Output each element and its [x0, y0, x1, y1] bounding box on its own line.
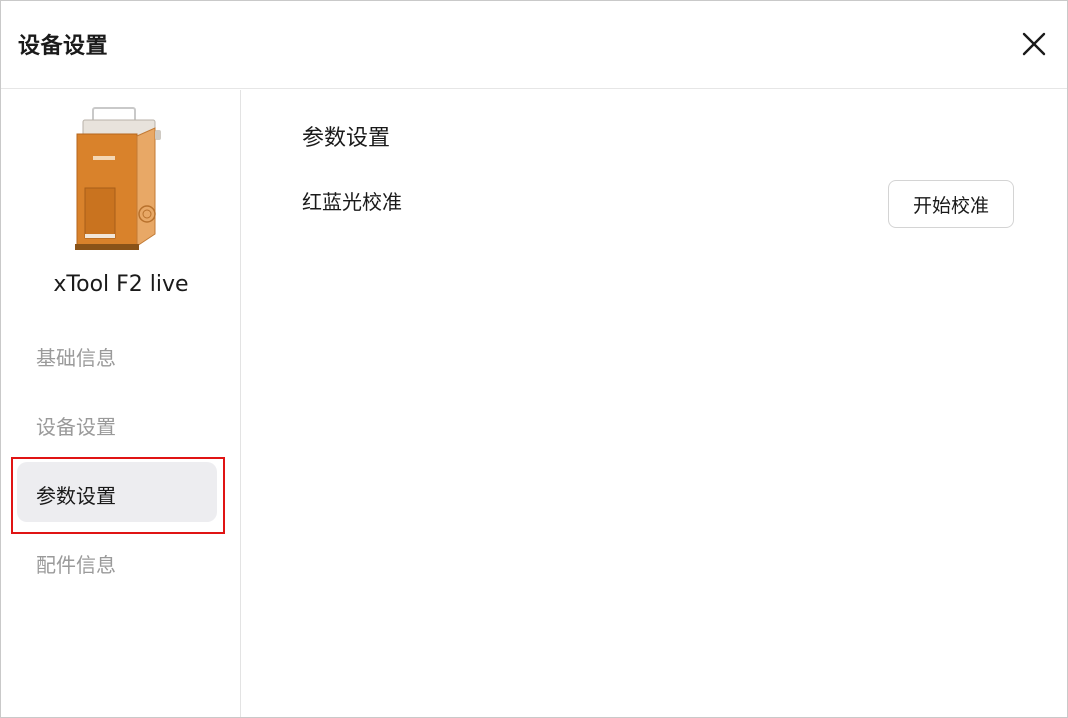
device-settings-dialog: 设备设置 xTool F2 live 基础信息 设备设置 参数设置 配件信息 参…: [0, 0, 1068, 718]
main-content: 参数设置 红蓝光校准 开始校准: [242, 90, 1067, 717]
dialog-header: 设备设置: [1, 1, 1067, 89]
section-title: 参数设置: [302, 126, 391, 151]
laser-engraver-device-image: [63, 106, 173, 254]
close-button[interactable]: [1017, 27, 1051, 61]
device-name: xTool F2 live: [53, 272, 189, 297]
dialog-title: 设备设置: [18, 34, 109, 59]
sidebar-item-accessory-info[interactable]: 配件信息: [17, 531, 217, 591]
sidebar: xTool F2 live 基础信息 设备设置 参数设置 配件信息: [1, 90, 241, 717]
sidebar-item-basic-info[interactable]: 基础信息: [17, 324, 217, 384]
start-calibration-button[interactable]: 开始校准: [888, 180, 1014, 228]
close-icon: [1022, 32, 1046, 56]
sidebar-item-label: 参数设置: [36, 484, 116, 508]
sidebar-item-label: 配件信息: [36, 553, 116, 577]
sidebar-item-label: 设备设置: [36, 415, 116, 439]
sidebar-item-parameter-settings[interactable]: 参数设置: [17, 462, 217, 522]
sidebar-item-label: 基础信息: [36, 346, 116, 370]
sidebar-item-device-settings[interactable]: 设备设置: [17, 393, 217, 453]
calibration-label: 红蓝光校准: [302, 190, 402, 214]
